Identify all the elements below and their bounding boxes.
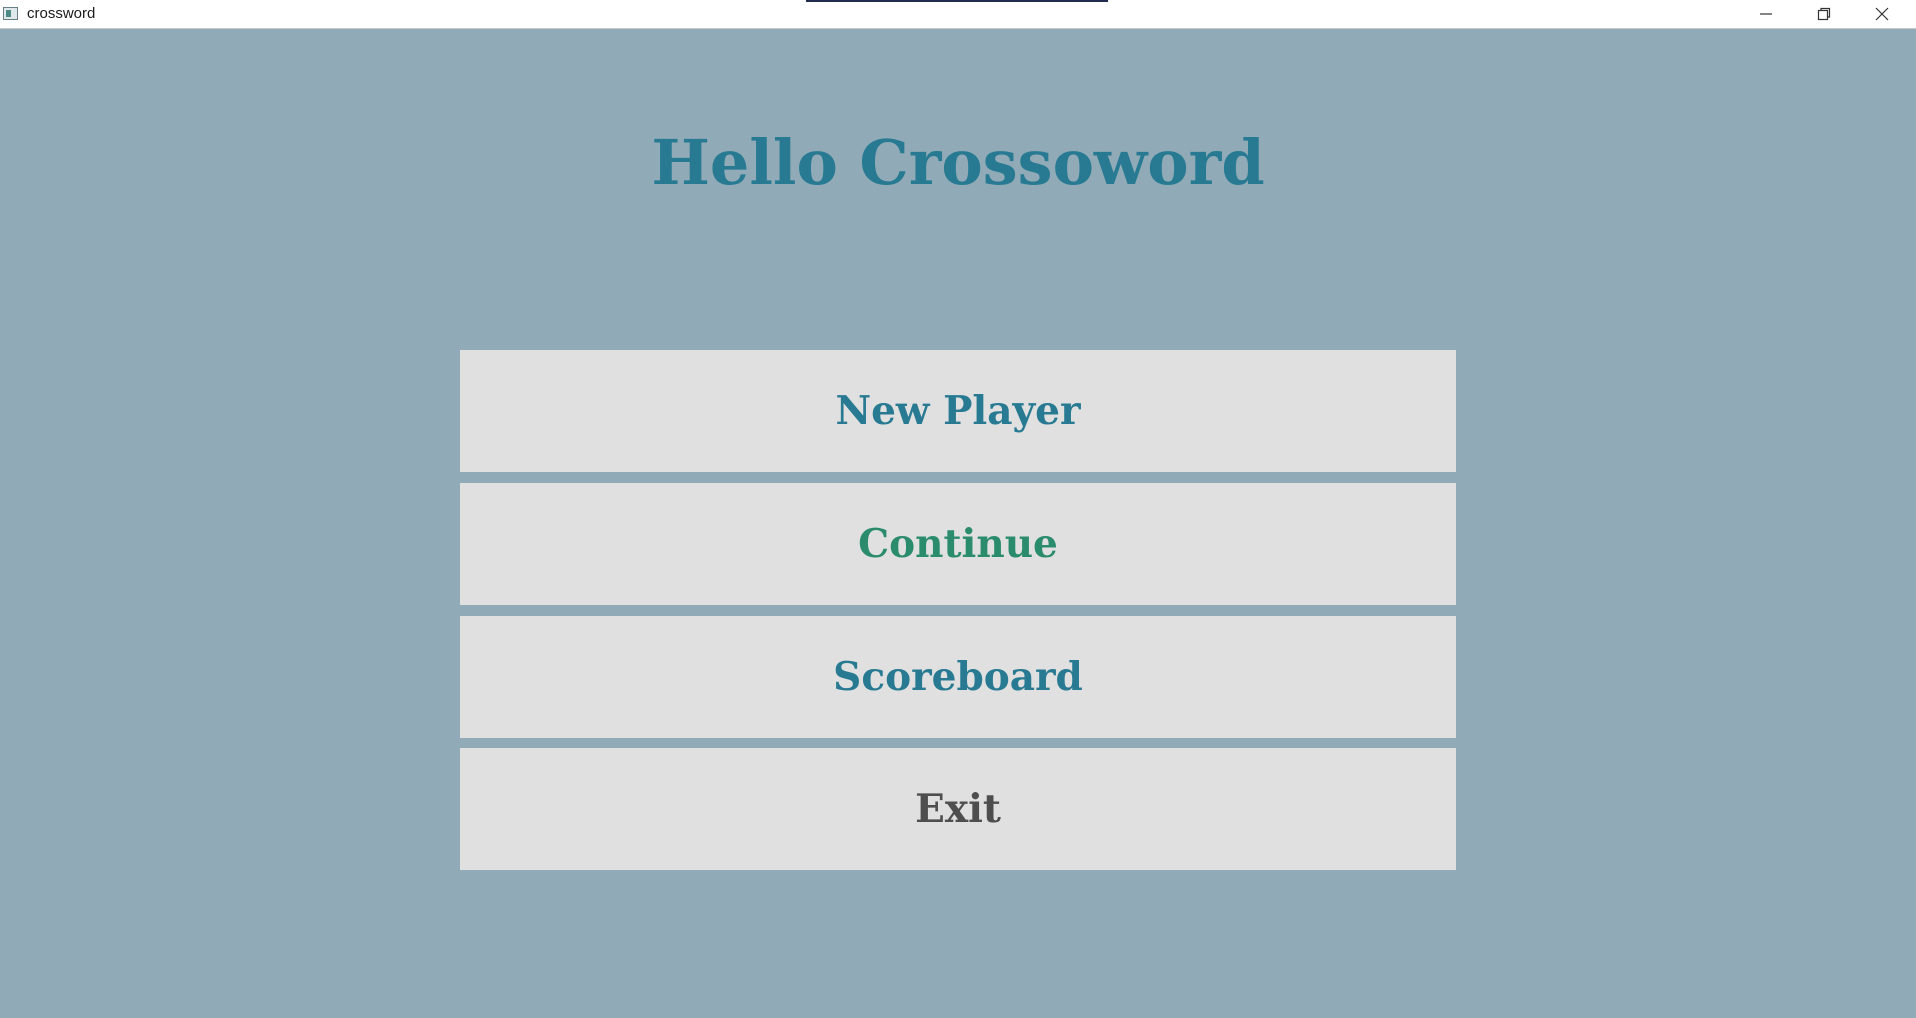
restore-icon [1817, 7, 1831, 21]
continue-button[interactable]: Continue [460, 483, 1456, 605]
window-title: crossword [27, 5, 96, 22]
maximize-button[interactable] [1796, 0, 1854, 28]
close-icon [1875, 7, 1889, 21]
minimize-button[interactable] [1738, 0, 1796, 28]
app-icon [3, 7, 18, 20]
app-window: crossword Hello Crossoword New Player Co… [0, 0, 1916, 1018]
scoreboard-button[interactable]: Scoreboard [460, 616, 1456, 738]
title-bar-focus-strip [806, 0, 1108, 2]
title-bar[interactable]: crossword [0, 0, 1916, 29]
close-button[interactable] [1854, 0, 1912, 28]
page-title: Hello Crossoword [651, 126, 1265, 199]
minimize-icon [1760, 13, 1772, 15]
new-player-button[interactable]: New Player [460, 350, 1456, 472]
exit-button[interactable]: Exit [460, 748, 1456, 870]
